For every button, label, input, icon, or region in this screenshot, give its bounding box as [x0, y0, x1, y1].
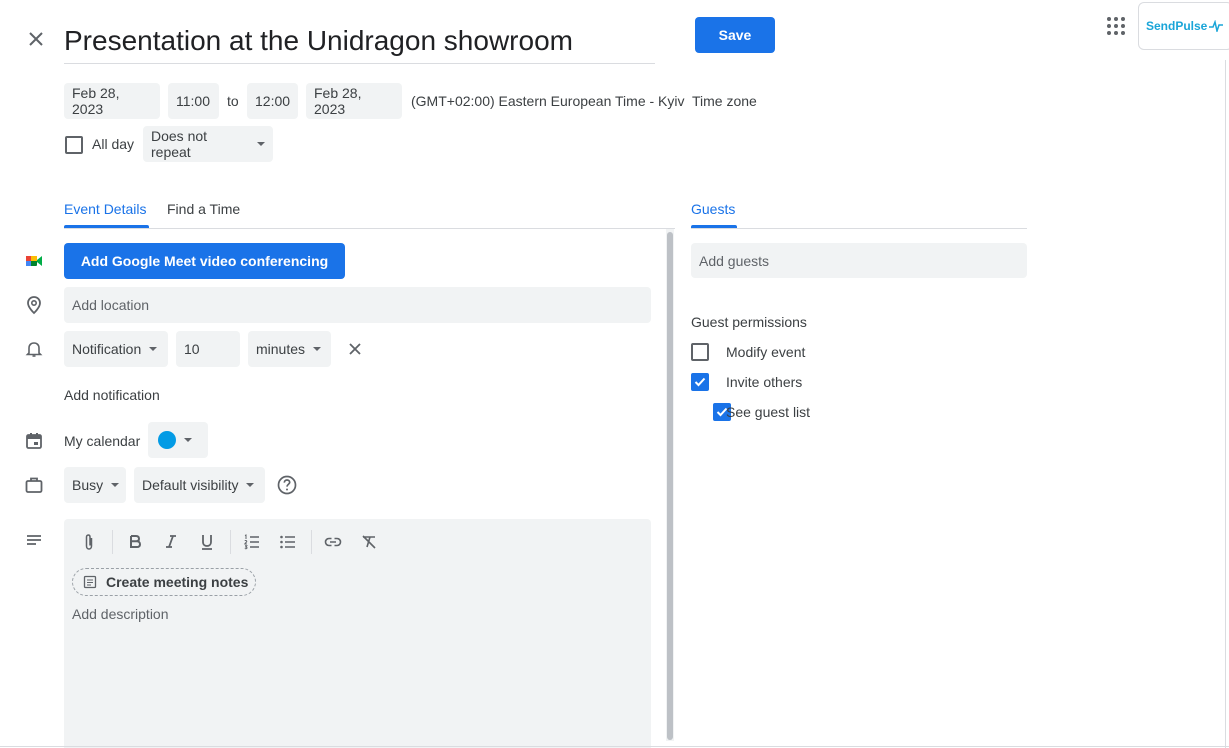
notification-value-input[interactable]: [176, 331, 240, 367]
repeat-select[interactable]: Does not repeat: [143, 126, 273, 162]
location-input[interactable]: [64, 287, 651, 323]
notification-type-select[interactable]: Notification: [64, 331, 168, 367]
timezone-button[interactable]: Time zone: [692, 83, 757, 119]
tab-find-a-time[interactable]: Find a Time: [167, 200, 240, 218]
to-label: to: [227, 93, 239, 109]
notification-unit-select[interactable]: minutes: [248, 331, 331, 367]
chevron-down-icon: [184, 438, 192, 442]
guests-divider: [691, 228, 1027, 229]
all-day-label: All day: [92, 136, 135, 152]
availability-value: Busy: [72, 477, 104, 493]
timezone-text: (GMT+02:00) Eastern European Time - Kyiv: [411, 93, 685, 109]
end-time-field[interactable]: 12:00: [247, 83, 298, 119]
calendar-icon: [24, 431, 44, 451]
event-title-input[interactable]: [64, 18, 655, 64]
tabs-divider: [64, 228, 675, 229]
bold-icon[interactable]: [125, 532, 145, 552]
visibility-select[interactable]: Default visibility: [134, 467, 265, 503]
side-panel-border: [1225, 60, 1226, 748]
chevron-down-icon: [313, 347, 322, 351]
add-notification-button[interactable]: Add notification: [64, 386, 160, 404]
sendpulse-logo-text: SendPulse: [1146, 19, 1208, 33]
tab-guests[interactable]: Guests: [691, 200, 735, 218]
attachment-icon[interactable]: [79, 532, 99, 552]
clear-formatting-icon[interactable]: [359, 532, 379, 552]
calendar-color-dot: [158, 431, 176, 449]
help-circle-icon[interactable]: [276, 474, 298, 496]
end-date-field[interactable]: Feb 28, 2023: [306, 83, 402, 119]
invite-others-label: Invite others: [726, 374, 803, 390]
description-input[interactable]: [72, 606, 642, 736]
toolbar-separator: [230, 530, 231, 554]
check-icon: [694, 377, 706, 387]
pulse-icon: [1209, 20, 1224, 32]
guest-permissions-title: Guest permissions: [691, 314, 807, 330]
link-icon[interactable]: [323, 532, 343, 552]
scrollbar-thumb[interactable]: [667, 232, 673, 740]
chevron-down-icon: [149, 347, 158, 351]
toolbar-separator: [311, 530, 312, 554]
notification-unit-value: minutes: [256, 341, 306, 357]
apps-grid-icon[interactable]: [1104, 14, 1128, 38]
modify-event-label: Modify event: [726, 344, 806, 360]
location-pin-icon: [24, 295, 44, 315]
notification-type-value: Notification: [72, 341, 142, 357]
bell-icon: [24, 339, 44, 359]
chevron-down-icon: [246, 483, 255, 487]
chevron-down-icon: [111, 483, 120, 487]
numbered-list-icon[interactable]: [242, 532, 262, 552]
create-meeting-notes-button[interactable]: Create meeting notes: [72, 568, 256, 596]
add-google-meet-button[interactable]: Add Google Meet video conferencing: [64, 243, 345, 279]
close-icon[interactable]: [22, 25, 50, 53]
document-icon: [83, 575, 97, 589]
see-guest-list-label: See guest list: [726, 404, 811, 420]
google-meet-icon: [24, 251, 44, 271]
create-meeting-notes-label: Create meeting notes: [106, 574, 249, 590]
start-date-field[interactable]: Feb 28, 2023: [64, 83, 160, 119]
tab-event-details[interactable]: Event Details: [64, 200, 146, 218]
all-day-checkbox[interactable]: [65, 136, 83, 154]
invite-others-checkbox[interactable]: [691, 373, 709, 391]
calendar-color-select[interactable]: [148, 422, 208, 458]
sendpulse-addon[interactable]: SendPulse: [1138, 2, 1229, 50]
bottom-border: [0, 746, 1229, 747]
italic-icon[interactable]: [161, 532, 181, 552]
add-guests-input[interactable]: [691, 243, 1027, 278]
availability-select[interactable]: Busy: [64, 467, 126, 503]
modify-event-checkbox[interactable]: [691, 343, 709, 361]
bulleted-list-icon[interactable]: [278, 532, 298, 552]
start-time-field[interactable]: 11:00: [168, 83, 219, 119]
chevron-down-icon: [257, 142, 265, 146]
briefcase-icon: [24, 475, 44, 495]
calendar-name: My calendar: [64, 433, 141, 449]
repeat-value: Does not repeat: [151, 128, 208, 160]
visibility-value: Default visibility: [142, 477, 239, 493]
save-button[interactable]: Save: [695, 17, 775, 53]
notes-lines-icon: [24, 531, 44, 551]
underline-icon[interactable]: [197, 532, 217, 552]
toolbar-separator: [112, 530, 113, 554]
remove-notification-icon[interactable]: [345, 339, 365, 359]
